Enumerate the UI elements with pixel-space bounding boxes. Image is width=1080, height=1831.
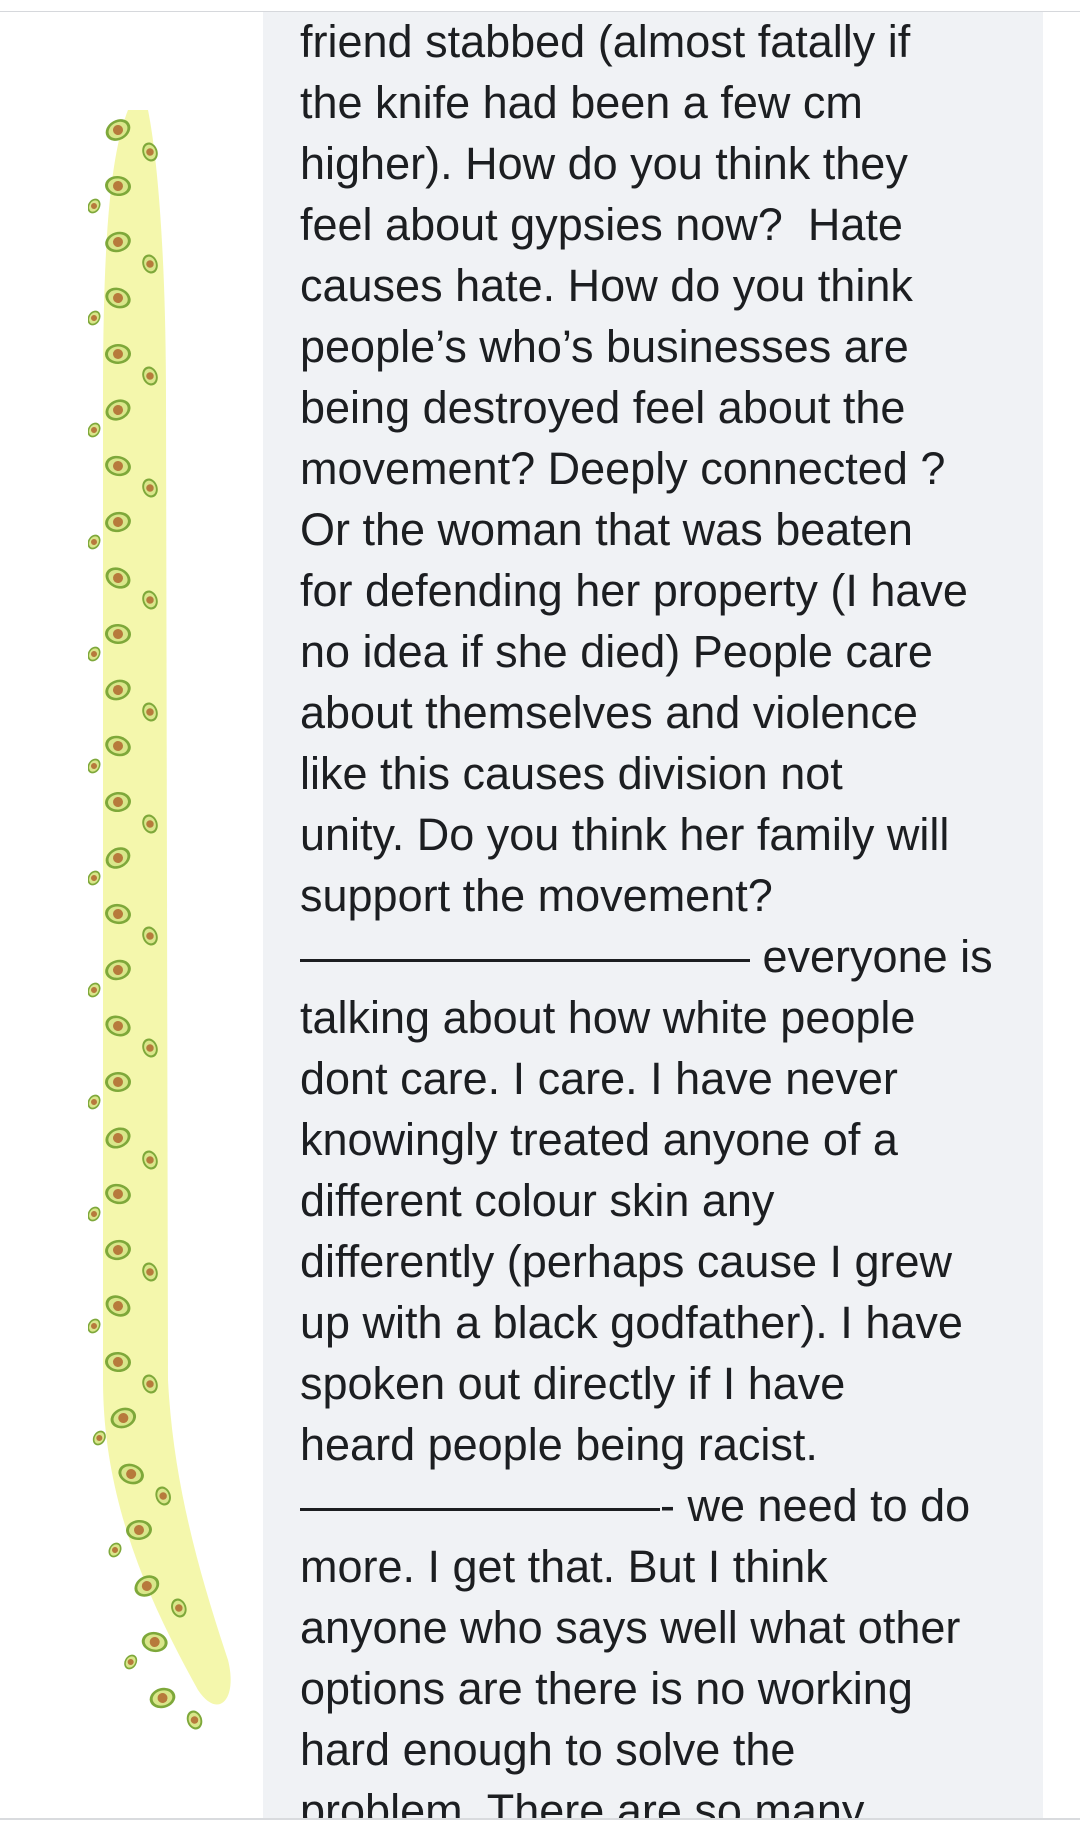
avocado-icon (88, 646, 101, 662)
avocado-icon (108, 1542, 122, 1558)
comment-line: anyone who says well what other (300, 1602, 961, 1653)
comment-line: dont care. I care. I have never (300, 1053, 898, 1104)
comment-line: spoken out directly if I have (300, 1358, 846, 1409)
avocado-icon (88, 1094, 101, 1110)
avocado-icon-strip (88, 110, 231, 1730)
comment-line: causes hate. How do you think (300, 260, 913, 311)
avocado-icon (88, 758, 101, 774)
comment-line: about themselves and violence (300, 687, 918, 738)
comment-line: movement? Deeply connected ? (300, 443, 946, 494)
comment-line: problem. There are so many (300, 1785, 865, 1818)
avocado-icon (149, 1687, 176, 1709)
avocado-icon (88, 534, 101, 550)
comment-line: differently (perhaps cause I grew (300, 1236, 953, 1287)
avocado-icon (141, 1631, 168, 1653)
comment-line: friend stabbed (almost fatally if (300, 16, 911, 67)
comment-line: no idea if she died) People care (300, 626, 933, 677)
avocado-icon (88, 870, 101, 886)
comment-line: different colour skin any (300, 1175, 775, 1226)
avocado-icon (88, 1206, 101, 1222)
comment-bubble: friend stabbed (almost fatally if the kn… (263, 12, 1043, 1818)
comment-line: people’s who’s businesses are (300, 321, 909, 372)
comment-line: up with a black godfather). I have (300, 1297, 963, 1348)
comment-line: support the movement? (300, 870, 773, 921)
top-divider (0, 0, 1080, 12)
comment-line: unity. Do you think her family will (300, 809, 950, 860)
comment-line: options are there is no working (300, 1663, 913, 1714)
comment-line: ————————- we need to do (300, 1480, 971, 1531)
avocado-icon (92, 1430, 106, 1446)
comment-line: hard enough to solve the (300, 1724, 796, 1775)
bottom-divider (0, 1818, 1080, 1831)
comment-line: Or the woman that was beaten (300, 504, 913, 555)
comment-line: like this causes division not (300, 748, 843, 799)
avocado-icon (186, 1710, 203, 1730)
comment-line: for defending her property (I have (300, 565, 968, 616)
comment-line: —————————— everyone is (300, 931, 993, 982)
avocado-icon (88, 310, 101, 326)
comment-text: friend stabbed (almost fatally if the kn… (300, 12, 1040, 1818)
comment-line: talking about how white people (300, 992, 916, 1043)
avocado-icon (88, 198, 101, 214)
comment-line: higher). How do you think they (300, 138, 908, 189)
comment-line: being destroyed feel about the (300, 382, 906, 433)
avocado-icon (124, 1654, 138, 1670)
comment-line: knowingly treated anyone of a (300, 1114, 898, 1165)
avocado-icon (88, 422, 101, 438)
comment-line: feel about gypsies now? Hate (300, 199, 903, 250)
comment-line: the knife had been a few cm (300, 77, 863, 128)
avocado-icon (88, 982, 101, 998)
screenshot-page: friend stabbed (almost fatally if the kn… (0, 0, 1080, 1831)
comment-line: more. I get that. But I think (300, 1541, 828, 1592)
comment-line: heard people being racist. (300, 1419, 818, 1470)
avocado-icon (88, 1318, 101, 1334)
